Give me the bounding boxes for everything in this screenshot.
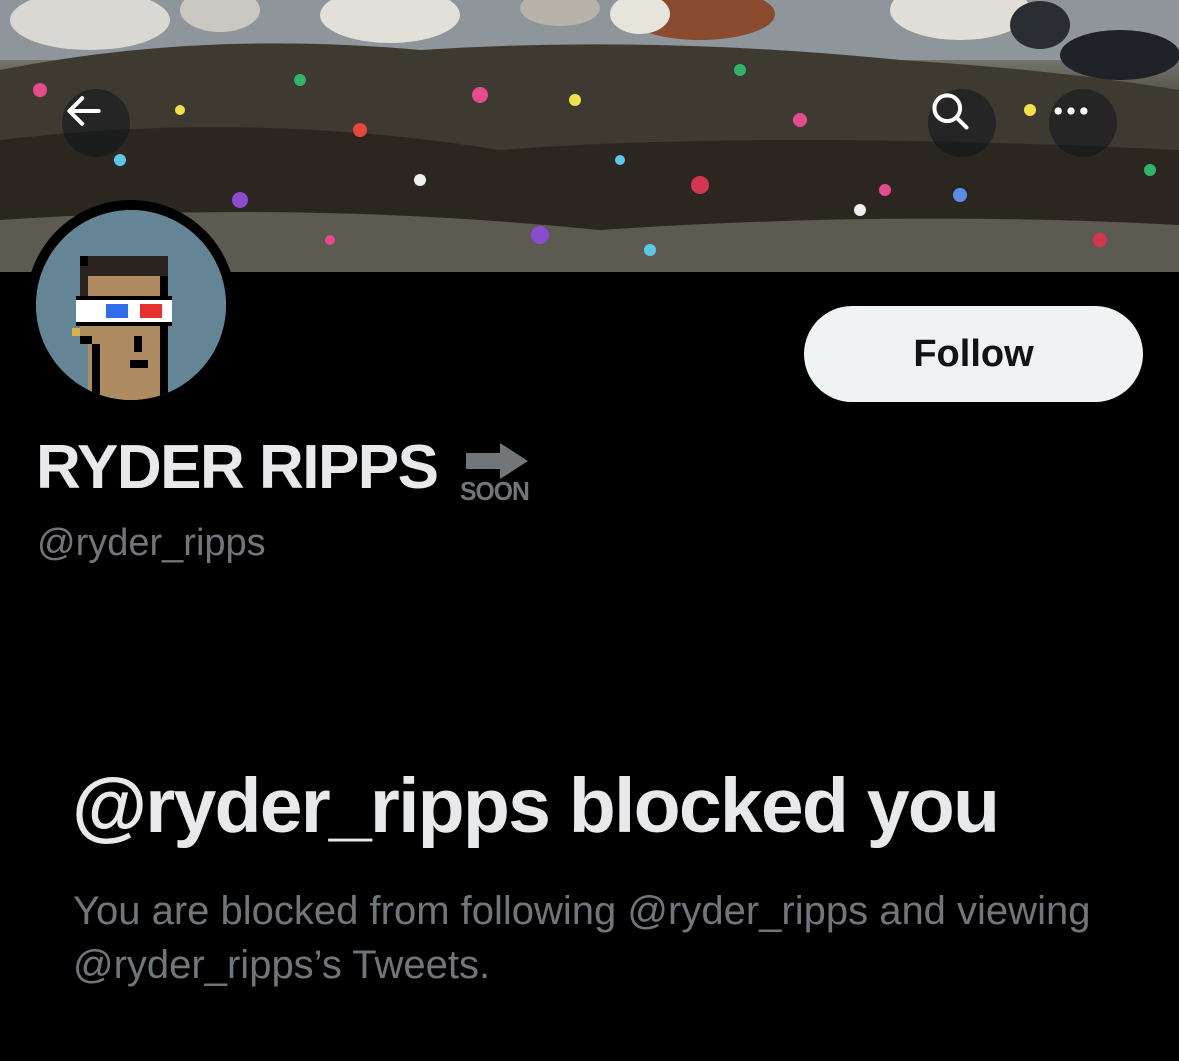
arrow-left-icon <box>67 96 101 126</box>
avatar-image <box>36 210 226 400</box>
back-button[interactable] <box>62 89 130 157</box>
display-name-row: RYDER RIPPS SOON <box>36 432 530 506</box>
blocked-description: You are blocked from following @ryder_ri… <box>73 889 1091 987</box>
soon-label: SOON <box>459 475 530 506</box>
search-icon <box>932 93 969 130</box>
follow-button[interactable]: Follow <box>804 306 1143 402</box>
profile-handle: @ryder_ripps <box>37 522 266 564</box>
more-button[interactable] <box>1049 89 1117 157</box>
avatar[interactable] <box>26 200 236 410</box>
soon-arrow-emoji: SOON <box>460 441 530 507</box>
more-horizontal-icon <box>1054 107 1088 115</box>
search-button[interactable] <box>928 89 996 157</box>
display-name: RYDER RIPPS <box>36 433 439 502</box>
pixel-punk-avatar <box>36 210 226 400</box>
right-arrow-icon <box>465 442 528 479</box>
blocked-title: @ryder_ripps blocked you <box>72 763 1000 849</box>
